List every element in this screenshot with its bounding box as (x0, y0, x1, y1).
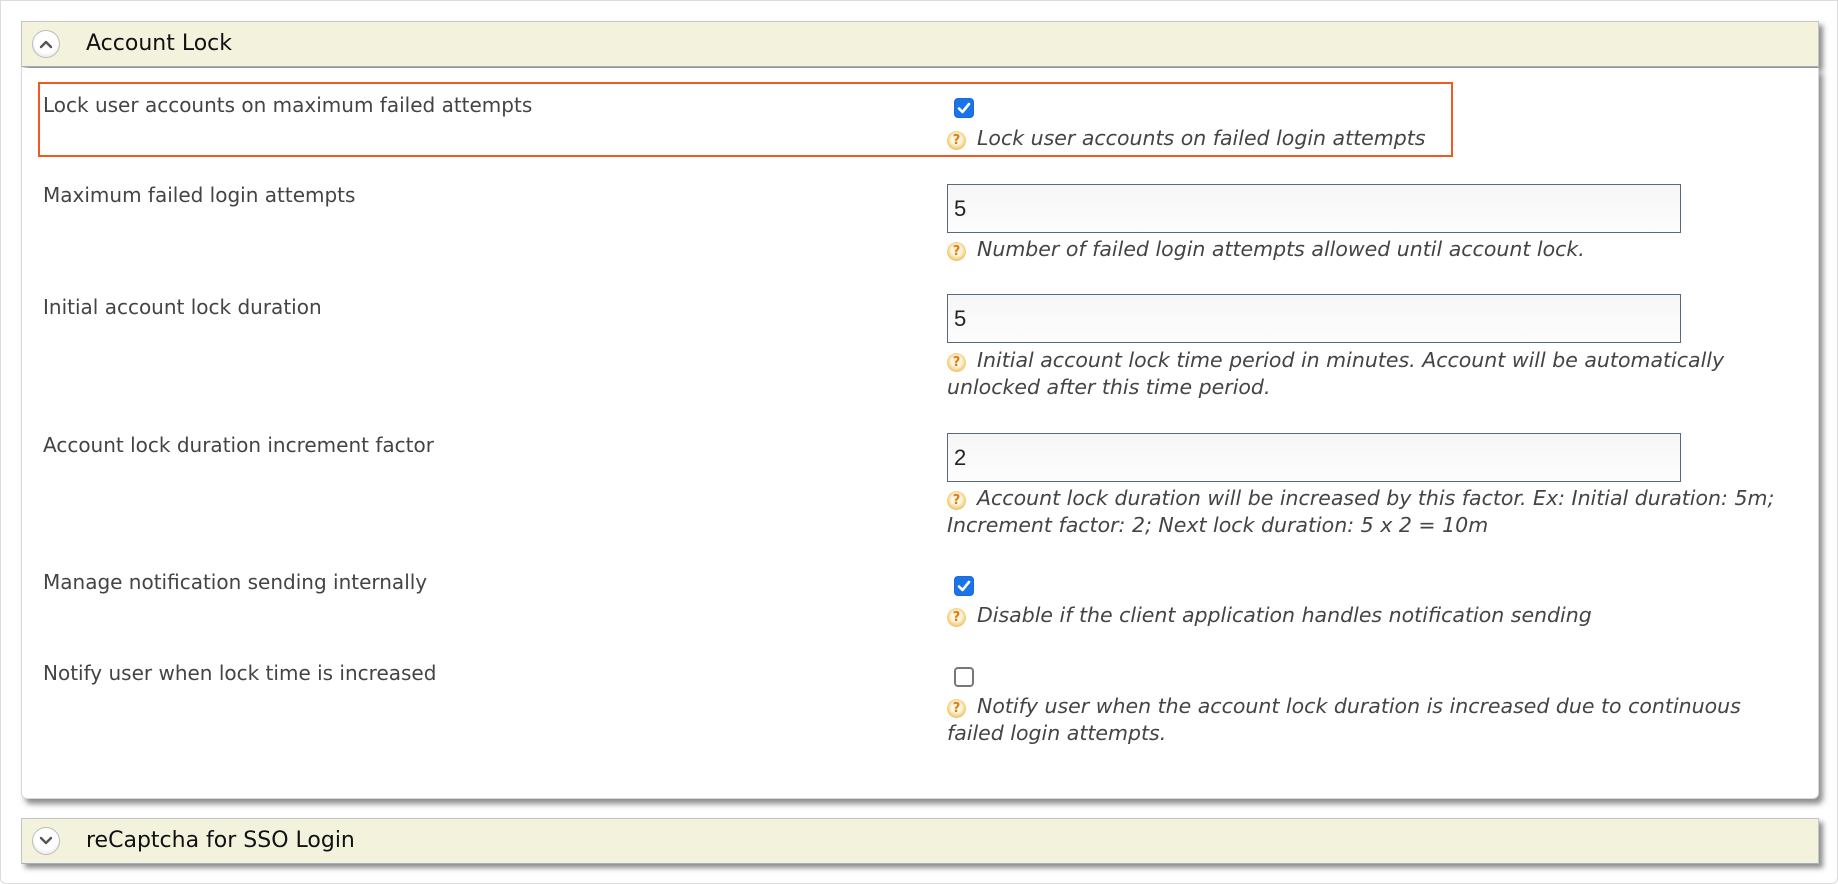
account-lock-header[interactable]: Account Lock (21, 21, 1819, 67)
initial-duration-help: ? Initial account lock time period in min… (947, 347, 1777, 401)
help-icon[interactable]: ? (947, 699, 966, 718)
section-title: reCaptcha for SSO Login (86, 828, 355, 853)
lock-on-failed-checkbox[interactable] (954, 98, 974, 118)
help-text: Lock user accounts on failed login attem… (977, 126, 1426, 150)
check-icon (957, 580, 971, 592)
recaptcha-header[interactable]: reCaptcha for SSO Login (21, 818, 1819, 864)
initial-duration-input[interactable] (947, 294, 1681, 343)
help-icon[interactable]: ? (947, 608, 966, 627)
help-text: Number of failed login attempts allowed … (977, 237, 1585, 261)
notify-increase-help: ? Notify user when the account lock durat… (947, 693, 1777, 747)
increment-factor-label: Account lock duration increment factor (43, 433, 434, 457)
manage-notification-checkbox[interactable] (954, 576, 974, 596)
lock-on-failed-help: ? Lock user accounts on failed login atte… (947, 125, 1777, 152)
help-icon[interactable]: ? (947, 491, 966, 510)
max-failed-help: ? Number of failed login attempts allowed… (947, 236, 1777, 263)
notify-increase-checkbox[interactable] (954, 667, 974, 687)
max-failed-input[interactable] (947, 184, 1681, 233)
expand-chevron-down-icon[interactable] (32, 827, 60, 855)
help-text: Initial account lock time period in minu… (947, 348, 1725, 399)
help-text: Disable if the client application handle… (977, 603, 1592, 627)
initial-duration-label: Initial account lock duration (43, 295, 322, 319)
help-text: Account lock duration will be increased … (947, 486, 1775, 537)
manage-notification-help: ? Disable if the client application handl… (947, 602, 1777, 629)
help-text: Notify user when the account lock durati… (947, 694, 1741, 745)
collapse-chevron-up-icon[interactable] (32, 30, 60, 58)
increment-factor-help: ? Account lock duration will be increased… (947, 485, 1777, 539)
max-failed-label: Maximum failed login attempts (43, 183, 356, 207)
notify-increase-label: Notify user when lock time is increased (43, 661, 437, 685)
check-icon (957, 102, 971, 114)
settings-container: Account Lock Lock user accounts on maxim… (0, 0, 1838, 884)
help-icon[interactable]: ? (947, 242, 966, 261)
manage-notification-label: Manage notification sending internally (43, 570, 428, 594)
section-title: Account Lock (86, 31, 232, 56)
lock-on-failed-label: Lock user accounts on maximum failed att… (43, 93, 533, 117)
increment-factor-input[interactable] (947, 433, 1681, 482)
help-icon[interactable]: ? (947, 353, 966, 372)
help-icon[interactable]: ? (947, 131, 966, 150)
